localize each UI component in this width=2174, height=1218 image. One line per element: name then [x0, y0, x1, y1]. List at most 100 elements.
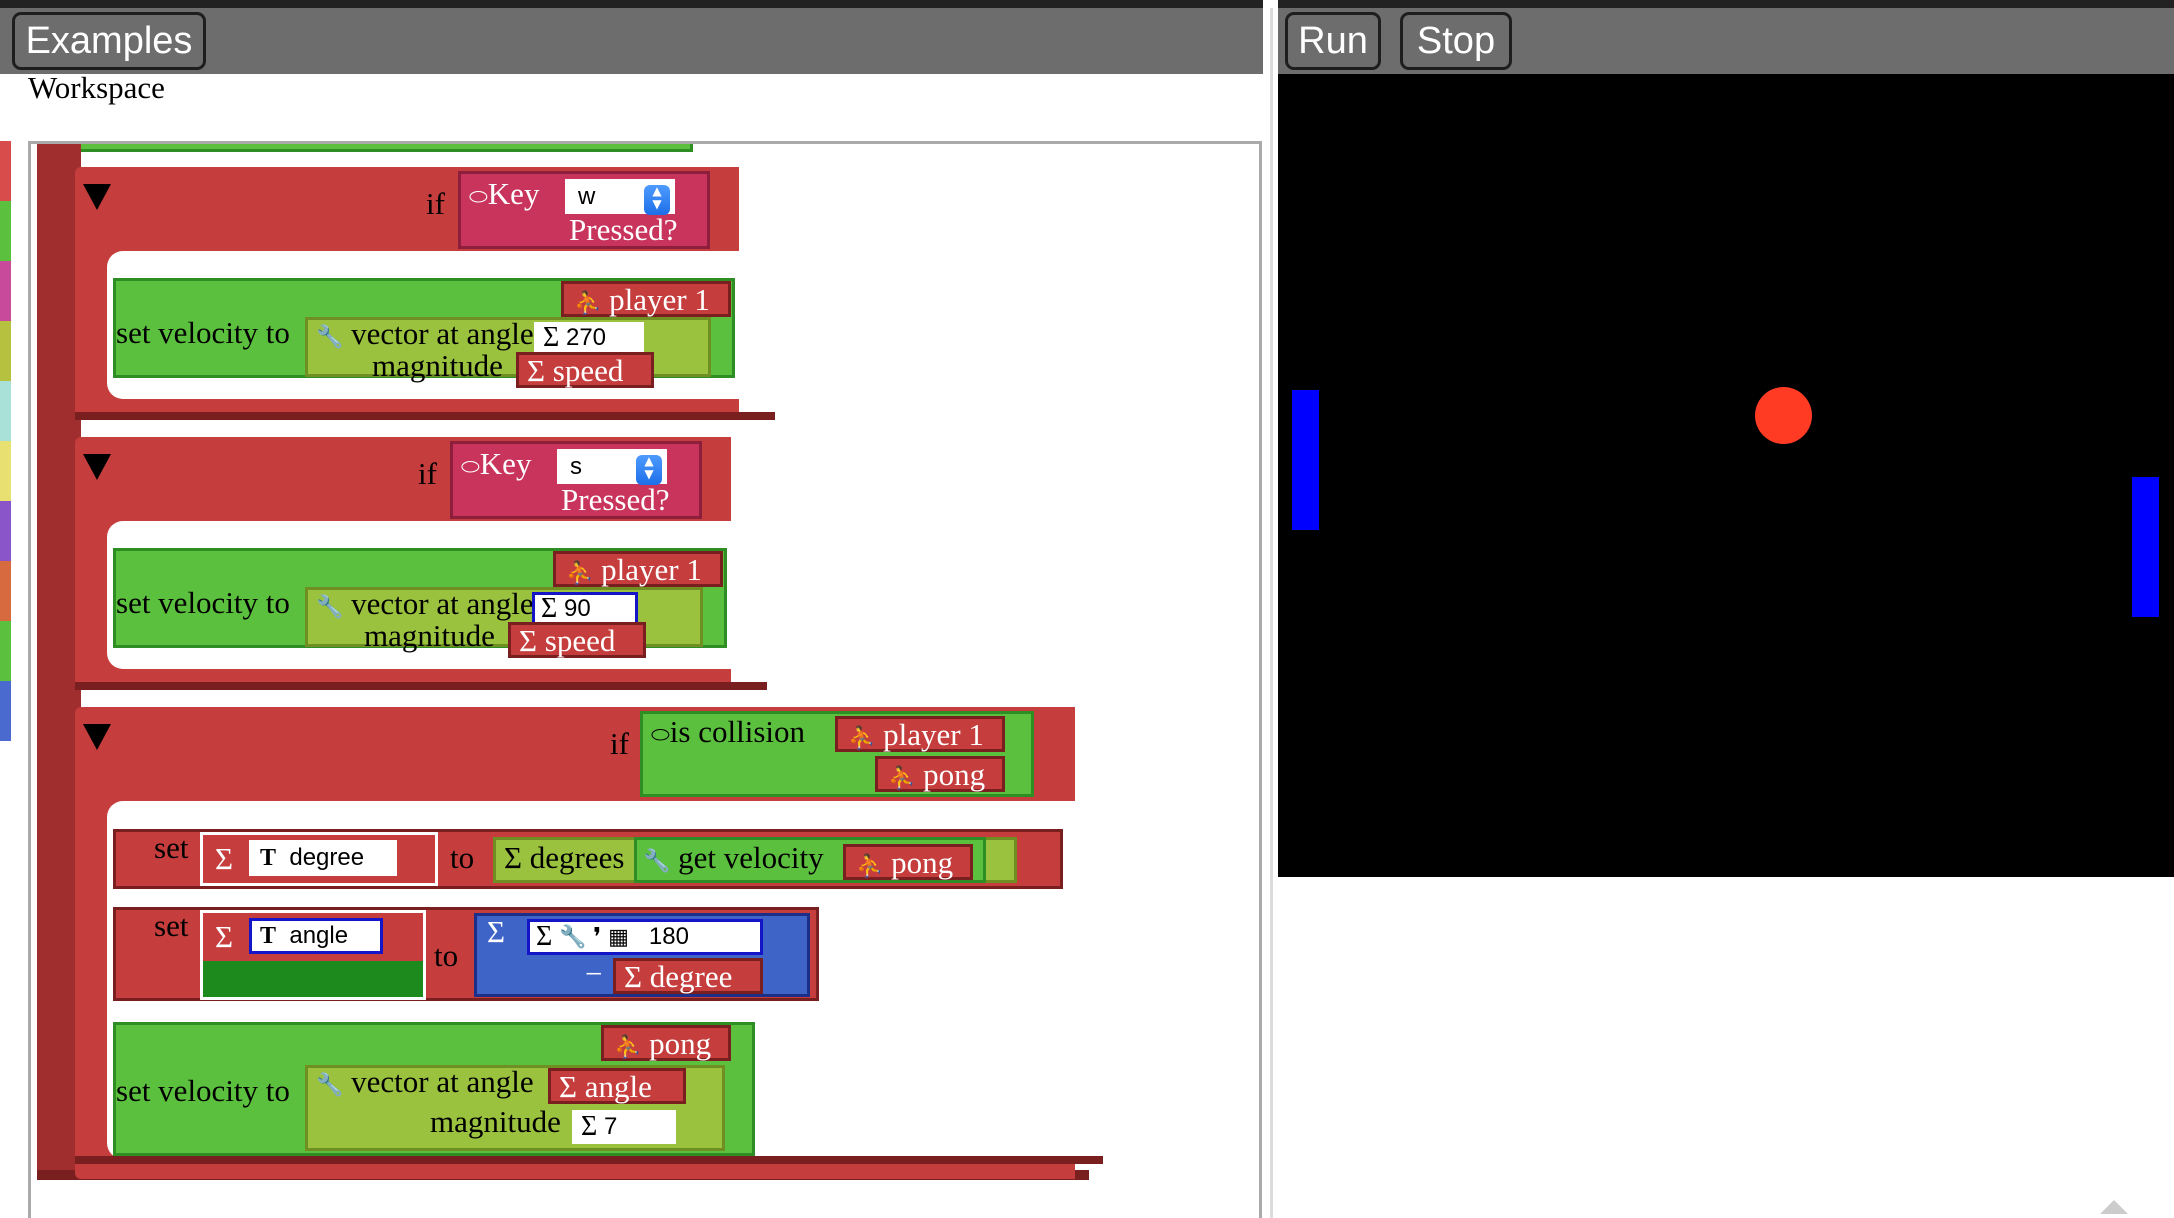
player1-block[interactable]: ⛹ player 1 — [835, 716, 1005, 752]
set-velocity-block-1[interactable]: set velocity to ⛹ player 1 🔧 vector at a… — [113, 278, 735, 388]
palette-strip[interactable] — [0, 141, 11, 741]
collapse-triangle-icon[interactable] — [83, 454, 111, 480]
sigma-icon: Σ — [541, 593, 558, 624]
sigma-icon: Σ — [581, 1111, 598, 1142]
key-label: Key — [479, 446, 532, 481]
degree-var-input[interactable]: T degree — [249, 840, 397, 876]
angle-var-block[interactable]: Σ T angle — [200, 910, 426, 1000]
sigma-icon: Σ — [527, 353, 546, 388]
get-velocity-block[interactable]: 🔧 get velocity ⛹ pong — [634, 837, 986, 883]
key-pressed-block-s[interactable]: ⬭Key s ▲ ▼ Pressed? — [450, 441, 702, 519]
if-label: if — [418, 456, 437, 491]
speed-label: speed — [552, 353, 624, 388]
stop-button[interactable]: Stop — [1400, 12, 1512, 70]
collapse-triangle-icon[interactable] — [83, 184, 111, 210]
pong-label: pong — [649, 1026, 712, 1061]
palette-category[interactable] — [0, 381, 11, 441]
wrench-icon: 🔧 — [316, 324, 344, 349]
vector-block-3[interactable]: 🔧 vector at angle magnitude Σ angle Σ 7 — [305, 1064, 725, 1151]
set-velocity-label: set velocity to — [116, 585, 290, 620]
palette-category[interactable] — [0, 321, 11, 381]
speed-block-1[interactable]: Σ speed — [516, 352, 654, 388]
sprite-icon: ⛹ — [614, 1034, 642, 1059]
angle-input-90[interactable]: Σ 90 — [532, 592, 638, 626]
green-block-stub[interactable] — [77, 144, 693, 152]
key-select-value: w — [578, 182, 596, 210]
magnitude-input-7[interactable]: Σ 7 — [572, 1110, 676, 1144]
to-label: to — [434, 938, 459, 973]
speed-block-2[interactable]: Σ speed — [508, 622, 646, 658]
angle-label: angle — [584, 1069, 652, 1104]
pong-block[interactable]: ⛹ pong — [601, 1025, 731, 1061]
pong-block[interactable]: ⛹ pong — [875, 756, 1005, 792]
set-velocity-block-3[interactable]: set velocity to ⛹ pong 🔧 vector at angle… — [113, 1022, 755, 1156]
wrench-icon: 🔧 — [558, 924, 587, 949]
top-border — [0, 0, 2174, 8]
magnitude-value: 7 — [603, 1113, 618, 1140]
collision-label: is collision — [669, 714, 805, 749]
wrench-icon: 🔧 — [316, 594, 344, 619]
is-collision-block[interactable]: ⬭is collision ⛹ player 1 ⛹ pong — [640, 711, 1034, 797]
wrench-icon: 🔧 — [316, 1072, 344, 1097]
pong-block[interactable]: ⛹ pong — [843, 844, 973, 880]
number-input-180[interactable]: Σ 🔧 ❜ ▦ 180 — [527, 919, 763, 955]
run-button[interactable]: Run — [1285, 12, 1381, 70]
examples-button[interactable]: Examples — [12, 12, 206, 70]
to-label: to — [450, 840, 475, 875]
key-select-w[interactable]: w ▲ ▼ — [565, 179, 675, 215]
sigma-icon: Σ — [487, 914, 506, 949]
palette-category[interactable] — [0, 621, 11, 681]
key-pressed-block-w[interactable]: ⬭Key w ▲ ▼ Pressed? — [458, 171, 710, 249]
degree-label: degree — [649, 959, 733, 994]
set-degree-block[interactable]: set Σ T degree to Σ degrees 🔧 get veloci… — [113, 829, 1063, 889]
pong-label: pong — [923, 757, 986, 792]
degrees-block[interactable]: Σ degrees 🔧 get velocity ⛹ pong — [493, 837, 1017, 883]
key-label: Key — [487, 176, 540, 211]
set-angle-block[interactable]: set Σ T angle to Σ Σ 🔧 ❜ ▦ 180 − Σ degre… — [113, 907, 819, 1001]
sprite-icon: ⛹ — [848, 725, 876, 750]
scroll-up-icon[interactable] — [2100, 1200, 2128, 1214]
sigma-icon: Σ — [559, 1069, 578, 1104]
palette-category[interactable] — [0, 261, 11, 321]
sensor-icon: ⬭ — [469, 184, 488, 209]
vector-block-1[interactable]: 🔧 vector at angle magnitude Σ 270 Σ spee… — [305, 316, 711, 388]
degree-var-block[interactable]: Σ T degree — [200, 832, 438, 886]
vector-block-2[interactable]: 🔧 vector at angle magnitude Σ 90 Σ speed — [305, 586, 703, 658]
palette-category[interactable] — [0, 141, 11, 201]
sprite-icon: ⛹ — [566, 560, 594, 585]
subtract-block[interactable]: Σ Σ 🔧 ❜ ▦ 180 − Σ degree — [474, 913, 810, 997]
sigma-icon: Σ — [215, 841, 234, 876]
palette-category[interactable] — [0, 201, 11, 261]
sigma-icon: Σ — [624, 959, 643, 994]
game-stage[interactable] — [1278, 74, 2174, 877]
palette-category[interactable] — [0, 501, 11, 561]
palette-category[interactable] — [0, 681, 11, 741]
sigma-icon: Σ — [536, 921, 553, 952]
angle-block[interactable]: Σ angle — [548, 1068, 686, 1104]
var-name: angle — [289, 922, 349, 949]
set-label: set — [154, 908, 189, 943]
collapse-triangle-icon[interactable] — [83, 724, 111, 750]
angle-var-input[interactable]: T angle — [249, 918, 383, 954]
player1-block[interactable]: ⛹ player 1 — [561, 281, 731, 317]
number-value: 180 — [648, 923, 689, 950]
pong-ball — [1755, 387, 1812, 444]
pressed-label: Pressed? — [569, 212, 678, 247]
text-type-icon: T — [260, 922, 277, 949]
player-label: player 1 — [609, 282, 710, 317]
player1-block[interactable]: ⛹ player 1 — [553, 551, 723, 587]
angle-input-270[interactable]: Σ 270 — [534, 322, 644, 354]
workspace-canvas[interactable]: if ⬭Key w ▲ ▼ Pressed? set velocity to ⛹ … — [28, 141, 1262, 1218]
sigma-icon: Σ — [215, 919, 234, 954]
quote-icon: ❜ — [593, 921, 602, 952]
degree-block[interactable]: Σ degree — [613, 958, 763, 994]
set-velocity-block-2[interactable]: set velocity to ⛹ player 1 🔧 vector at a… — [113, 548, 727, 658]
right-paddle — [2132, 477, 2159, 617]
angle-value: 90 — [563, 595, 591, 622]
palette-category[interactable] — [0, 441, 11, 501]
magnitude-label: magnitude — [364, 618, 495, 653]
if-block-s-bottom — [75, 682, 767, 690]
workspace-title: Workspace — [28, 70, 165, 105]
palette-category[interactable] — [0, 561, 11, 621]
key-select-s[interactable]: s ▲ ▼ — [557, 449, 667, 485]
